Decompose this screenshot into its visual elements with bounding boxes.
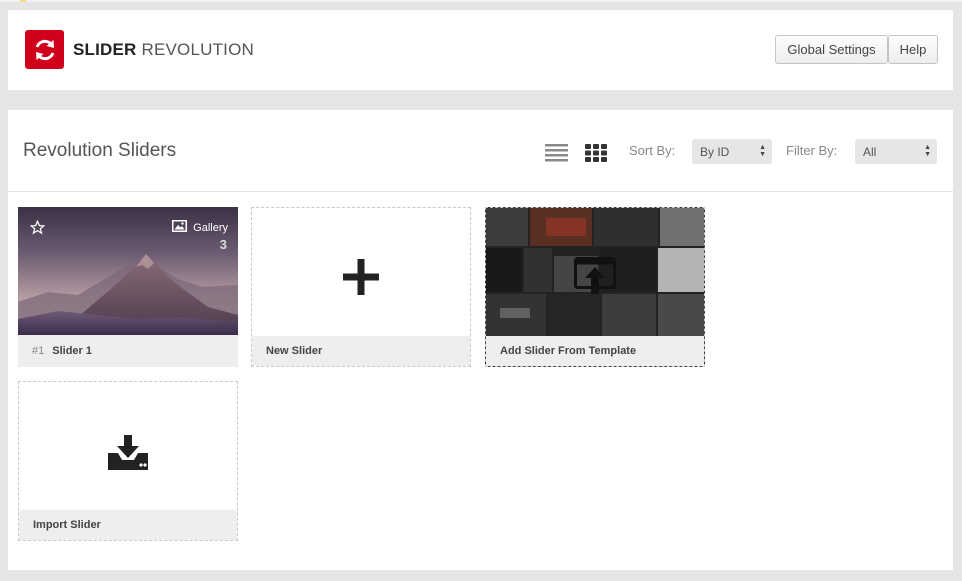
slider-type-label: Gallery [193, 221, 228, 234]
import-slider-card[interactable]: Import Slider [18, 381, 238, 541]
toolbar: Revolution Sliders Sort By: By ID ▲ ▼ Fi… [8, 110, 953, 192]
page-title: Revolution Sliders [23, 140, 177, 161]
filter-by-value: All [863, 144, 877, 159]
list-view-icon[interactable] [545, 144, 568, 162]
logo-bold-text: SLIDER [73, 40, 137, 59]
plus-icon [343, 259, 379, 300]
slider-thumbnail[interactable]: Gallery 3 [18, 207, 238, 335]
new-slider-card[interactable]: New Slider [251, 207, 471, 367]
upload-window-icon [574, 257, 616, 300]
image-icon [172, 220, 188, 235]
slider-card-footer: #1 Slider 1 [18, 335, 238, 367]
grid-view-icon[interactable] [585, 144, 607, 162]
add-from-template-card[interactable]: Add Slider From Template [485, 207, 705, 367]
sort-by-label: Sort By: [629, 143, 676, 158]
slider-number: #1 [32, 345, 45, 357]
top-accent-bar [0, 0, 962, 2]
main-panel: Revolution Sliders Sort By: By ID ▲ ▼ Fi… [8, 110, 953, 570]
slider-card[interactable]: Gallery 3 #1 Slider 1 [18, 207, 238, 367]
new-slider-label: New Slider [252, 336, 470, 366]
download-tray-icon [108, 435, 148, 475]
help-button[interactable]: Help [888, 35, 938, 64]
slider-type-badge: Gallery [172, 220, 228, 235]
filter-by-label: Filter By: [786, 143, 838, 158]
refresh-icon [25, 30, 64, 69]
logo-light-text: REVOLUTION [141, 40, 255, 59]
sort-by-select[interactable]: By ID ▲ ▼ [692, 139, 772, 164]
app-logo-text: SLIDER REVOLUTION [73, 40, 254, 60]
slide-count: 3 [219, 237, 227, 252]
select-arrows-icon: ▲ ▼ [924, 144, 931, 158]
star-icon[interactable] [29, 219, 46, 235]
select-arrows-icon: ▲ ▼ [759, 144, 766, 158]
global-settings-button[interactable]: Global Settings [775, 35, 888, 64]
filter-by-select[interactable]: All ▲ ▼ [855, 139, 937, 164]
add-from-template-label: Add Slider From Template [486, 336, 704, 366]
slider-name[interactable]: Slider 1 [52, 345, 92, 357]
header-panel: SLIDER REVOLUTION Global Settings Help [8, 10, 953, 90]
sort-by-value: By ID [700, 144, 730, 159]
import-slider-label: Import Slider [19, 510, 237, 540]
